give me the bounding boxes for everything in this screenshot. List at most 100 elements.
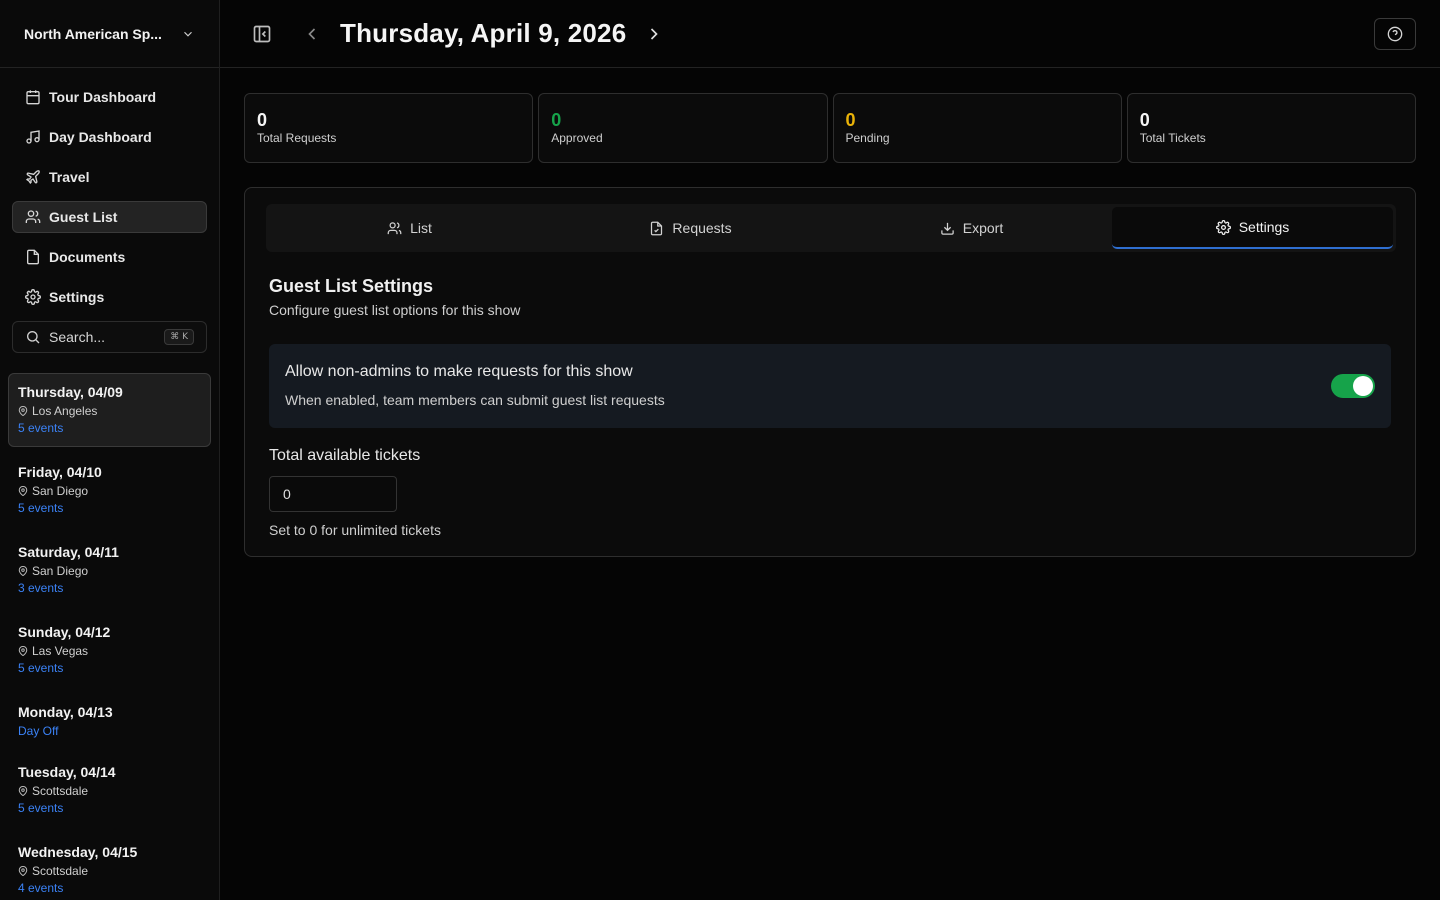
day-events: 5 events	[18, 661, 64, 675]
day-date: Monday, 04/13	[18, 704, 113, 720]
tab-requests[interactable]: Requests	[550, 207, 831, 249]
shortcut-badge: ⌘ K	[164, 329, 194, 345]
day-location: Los Angeles	[18, 404, 201, 418]
tab-label: Settings	[1238, 219, 1290, 235]
tab-label: Requests	[672, 220, 732, 236]
tab-bar: List Requests Export Settings	[266, 204, 1396, 252]
day-location: Scottsdale	[18, 784, 201, 798]
stat-label: Total Requests	[257, 131, 337, 145]
setting-title: Allow non-admins to make requests for th…	[285, 363, 633, 380]
guest-list-panel: List Requests Export Settings Guest List…	[244, 187, 1416, 557]
day-location: Las Vegas	[18, 644, 201, 658]
stat-label: Pending	[845, 131, 890, 145]
map-pin-icon	[18, 566, 28, 576]
day-item-0411[interactable]: Saturday, 04/11 San Diego 3 events	[8, 533, 211, 607]
sidebar-item-settings[interactable]: Settings	[12, 281, 207, 313]
stat-total-requests: 0 Total Requests	[244, 93, 534, 163]
calendar-icon	[25, 89, 41, 105]
tab-label: List	[410, 220, 432, 236]
sidebar: North American Sp... Tour Dashboard Day …	[0, 0, 220, 900]
day-location: San Diego	[18, 564, 201, 578]
map-pin-icon	[18, 786, 28, 796]
day-events: 4 events	[18, 881, 64, 895]
day-off-label: Day Off	[18, 724, 59, 738]
search-input[interactable]: Search... ⌘ K	[12, 321, 207, 353]
day-item-0414[interactable]: Tuesday, 04/14 Scottsdale 5 events	[8, 753, 211, 827]
total-tickets-input[interactable]	[269, 476, 397, 512]
tab-list[interactable]: List	[269, 207, 550, 249]
gear-icon	[1215, 219, 1231, 235]
stat-value: 0	[551, 110, 562, 130]
stat-label: Approved	[551, 131, 603, 145]
non-admin-requests-toggle[interactable]	[1331, 374, 1375, 398]
stat-pending: 0 Pending	[832, 93, 1122, 163]
users-icon	[25, 209, 41, 225]
sidebar-item-travel[interactable]: Travel	[12, 161, 207, 193]
sidebar-item-guest-list[interactable]: Guest List	[12, 201, 207, 233]
sidebar-toggle-icon[interactable]	[252, 24, 272, 44]
document-icon	[25, 249, 41, 265]
tickets-label: Total available tickets	[269, 447, 421, 464]
non-admin-requests-setting: Allow non-admins to make requests for th…	[269, 344, 1391, 428]
file-icon	[649, 221, 664, 236]
toggle-knob	[1353, 376, 1373, 396]
map-pin-icon	[18, 866, 28, 876]
sidebar-item-tour-dashboard[interactable]: Tour Dashboard	[12, 81, 207, 113]
stat-value: 0	[1139, 110, 1150, 130]
day-location-label: Scottsdale	[32, 784, 89, 798]
day-date: Saturday, 04/11	[18, 544, 119, 560]
sidebar-item-label: Day Dashboard	[49, 129, 152, 145]
day-date: Wednesday, 04/15	[18, 844, 138, 860]
settings-title: Guest List Settings	[269, 276, 434, 296]
music-note-icon	[25, 129, 41, 145]
org-switcher[interactable]: North American Sp...	[0, 0, 219, 68]
day-item-0409[interactable]: Thursday, 04/09 Los Angeles 5 events	[8, 373, 211, 447]
tab-settings[interactable]: Settings	[1112, 207, 1393, 249]
day-item-0413[interactable]: Monday, 04/13 Day Off	[8, 693, 211, 747]
day-list: Thursday, 04/09 Los Angeles 5 events Fri…	[0, 353, 219, 900]
stats-row: 0 Total Requests 0 Approved 0 Pending 0 …	[244, 93, 1416, 163]
day-location-label: Scottsdale	[32, 864, 89, 878]
tab-export[interactable]: Export	[831, 207, 1112, 249]
stat-total-tickets: 0 Total Tickets	[1126, 93, 1416, 163]
day-location: San Diego	[18, 484, 201, 498]
plane-icon	[25, 169, 41, 185]
sidebar-item-label: Documents	[49, 249, 126, 265]
previous-day-button[interactable]	[302, 24, 322, 44]
help-circle-icon	[1387, 26, 1403, 42]
day-item-0412[interactable]: Sunday, 04/12 Las Vegas 5 events	[8, 613, 211, 687]
tab-label: Export	[962, 220, 1004, 236]
sidebar-item-label: Travel	[49, 169, 90, 185]
day-item-0410[interactable]: Friday, 04/10 San Diego 5 events	[8, 453, 211, 527]
sidebar-nav: Tour Dashboard Day Dashboard Travel Gues…	[0, 68, 219, 353]
tickets-hint: Set to 0 for unlimited tickets	[269, 522, 441, 538]
search-placeholder: Search...	[49, 329, 106, 345]
org-name: North American Sp...	[24, 25, 162, 42]
sidebar-item-label: Tour Dashboard	[49, 89, 157, 105]
help-button[interactable]	[1374, 17, 1416, 50]
day-location-label: Las Vegas	[32, 644, 89, 658]
page-title: Thursday, April 9, 2026	[340, 18, 627, 48]
sidebar-item-label: Settings	[49, 289, 105, 305]
stat-value: 0	[257, 110, 268, 130]
map-pin-icon	[18, 406, 28, 416]
day-date: Tuesday, 04/14	[18, 764, 116, 780]
sidebar-item-documents[interactable]: Documents	[12, 241, 207, 273]
gear-icon	[25, 289, 41, 305]
day-events: 5 events	[18, 801, 64, 815]
day-item-0415[interactable]: Wednesday, 04/15 Scottsdale 4 events	[8, 833, 211, 900]
chevron-down-icon	[181, 27, 195, 41]
day-location-label: Los Angeles	[32, 404, 98, 418]
day-date: Thursday, 04/09	[18, 384, 123, 400]
day-events: 3 events	[18, 581, 64, 595]
next-day-button[interactable]	[644, 24, 664, 44]
settings-subtitle: Configure guest list options for this sh…	[269, 302, 521, 318]
download-icon	[940, 221, 955, 236]
setting-description: When enabled, team members can submit gu…	[285, 392, 665, 408]
stat-approved: 0 Approved	[538, 93, 828, 163]
day-events: 5 events	[18, 421, 64, 435]
day-location-label: San Diego	[32, 564, 89, 578]
sidebar-item-label: Guest List	[49, 209, 118, 225]
sidebar-item-day-dashboard[interactable]: Day Dashboard	[12, 121, 207, 153]
day-location-label: San Diego	[32, 484, 89, 498]
